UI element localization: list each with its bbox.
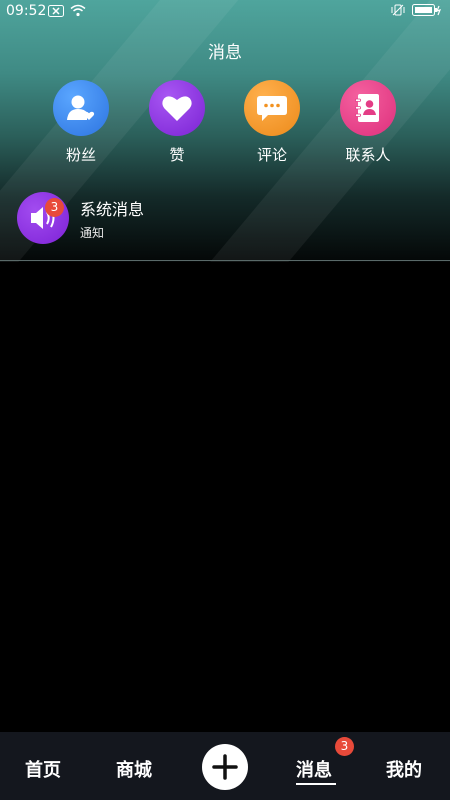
message-title: 系统消息 bbox=[80, 200, 145, 219]
plus-icon[interactable] bbox=[202, 744, 248, 790]
category-likes[interactable]: 赞 bbox=[137, 80, 217, 165]
nav-messages-badge: 3 bbox=[335, 737, 354, 756]
divider bbox=[0, 260, 450, 261]
category-label: 评论 bbox=[256, 146, 287, 164]
category-bar: 粉丝 赞 评论 联系人 bbox=[0, 80, 450, 170]
category-comments[interactable]: 评论 bbox=[232, 80, 312, 165]
nav-item-mall[interactable]: 商城 bbox=[116, 756, 152, 782]
user-heart-icon bbox=[53, 80, 109, 136]
nav-item-home[interactable]: 首页 bbox=[25, 756, 61, 782]
status-bar: 09:52 bbox=[0, 0, 450, 24]
page-title: 消息 bbox=[208, 43, 242, 63]
bottom-nav: 首页 商城 消息 3 我的 bbox=[0, 732, 450, 800]
contact-book-icon bbox=[340, 80, 396, 136]
status-time: 09:52 bbox=[6, 3, 47, 19]
active-tab-indicator bbox=[296, 783, 336, 785]
battery-icon bbox=[412, 3, 442, 21]
category-contacts[interactable]: 联系人 bbox=[328, 80, 408, 165]
message-subtitle: 通知 bbox=[80, 226, 105, 240]
chat-bubble-icon bbox=[244, 80, 300, 136]
notification-icon bbox=[48, 4, 64, 21]
heart-icon bbox=[149, 80, 205, 136]
list-item-system-messages[interactable]: 3 系统消息 通知 bbox=[0, 188, 450, 248]
unread-badge: 3 bbox=[45, 198, 64, 217]
wifi-icon bbox=[70, 4, 86, 21]
category-label: 联系人 bbox=[345, 146, 391, 164]
vibrate-icon bbox=[390, 3, 406, 21]
category-label: 粉丝 bbox=[65, 146, 96, 164]
category-label: 赞 bbox=[169, 146, 185, 164]
category-fans[interactable]: 粉丝 bbox=[41, 80, 121, 165]
nav-item-messages[interactable]: 消息 bbox=[296, 756, 332, 782]
nav-item-me[interactable]: 我的 bbox=[386, 756, 422, 782]
